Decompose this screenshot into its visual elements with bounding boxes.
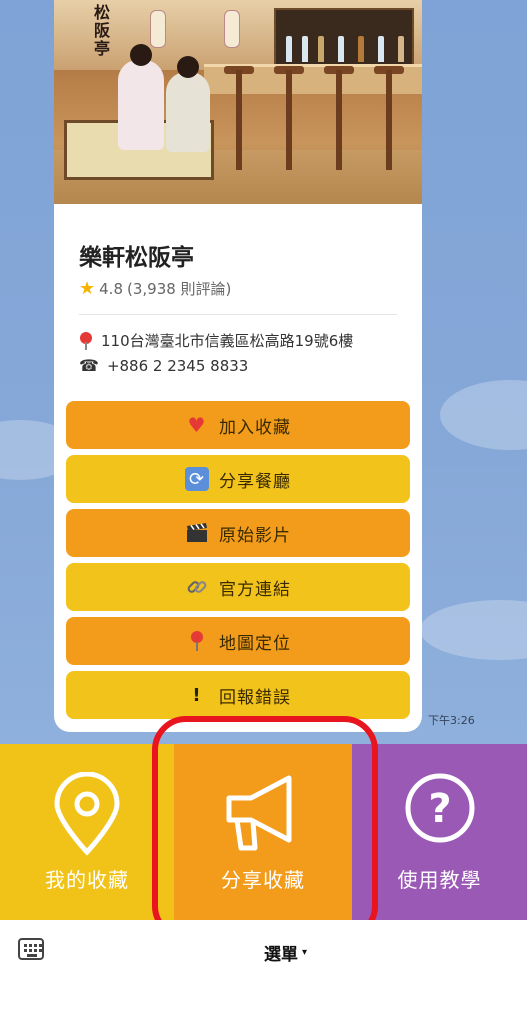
button-label: 原始影片 [219,525,291,546]
add-favorite-button[interactable]: ♥ 加入收藏 [66,401,410,449]
chat-background: 松阪亭 樂軒松阪亭 ★ 4.8 (3,938 則評論) 110台灣臺北市信義區松… [0,0,527,744]
rating-value: 4.8 [99,279,123,298]
message-timestamp: 下午3:26 [428,714,475,727]
menu-label: 我的收藏 [45,868,129,892]
menu-label: 分享收藏 [221,868,305,892]
address-text: 110台灣臺北市信義區松高路19號6樓 [101,332,354,350]
button-label: 回報錯誤 [219,687,291,708]
map-location-button[interactable]: 地圖定位 [66,617,410,665]
link-icon [185,575,209,599]
rich-menu: 我的收藏 分享收藏 ? 使用教學 [0,744,527,920]
repeat-icon: ⟳ [185,467,209,491]
location-pin-icon [54,772,120,856]
svg-text:?: ? [428,786,451,832]
pushpin-icon [185,629,209,653]
star-icon: ★ [79,278,96,299]
keyboard-icon[interactable] [18,938,44,960]
restaurant-sign: 松阪亭 [94,3,111,58]
question-icon: ? [405,773,474,843]
bottom-bar: 選單 ▾ [0,920,527,1024]
tutorial-button[interactable]: ? 使用教學 [352,744,527,920]
menu-toggle[interactable]: 選單 ▾ [264,940,307,965]
phone-row: ☎ +886 2 2345 8833 [79,356,248,375]
share-favorites-button[interactable]: 分享收藏 [174,744,352,920]
button-label: 官方連結 [219,579,291,600]
pushpin-icon [79,331,93,350]
phone-text: +886 2 2345 8833 [106,356,249,375]
menu-label: 使用教學 [397,868,482,892]
chevron-down-icon: ▾ [302,947,308,958]
heart-icon: ♥ [187,413,207,437]
divider [79,314,397,315]
my-favorites-button[interactable]: 我的收藏 [0,744,174,920]
rating-row: ★ 4.8 (3,938 則評論) [79,278,231,299]
clapper-icon [185,521,209,545]
review-count: (3,938 則評論) [127,280,232,298]
menu-toggle-label: 選單 [264,945,298,965]
official-link-button[interactable]: 官方連結 [66,563,410,611]
exclamation-icon: ! [192,684,202,706]
restaurant-photo: 松阪亭 [54,0,422,204]
megaphone-icon [226,775,292,851]
restaurant-name: 樂軒松阪亭 [79,245,194,271]
button-label: 地圖定位 [219,633,291,654]
original-video-button[interactable]: 原始影片 [66,509,410,557]
report-error-button[interactable]: ! 回報錯誤 [66,671,410,719]
address-row: 110台灣臺北市信義區松高路19號6樓 [79,330,353,351]
phone-icon: ☎ [79,356,99,375]
button-label: 分享餐廳 [219,471,291,492]
button-label: 加入收藏 [219,417,291,438]
restaurant-card: 松阪亭 樂軒松阪亭 ★ 4.8 (3,938 則評論) 110台灣臺北市信義區松… [54,0,422,732]
share-restaurant-button[interactable]: ⟳ 分享餐廳 [66,455,410,503]
